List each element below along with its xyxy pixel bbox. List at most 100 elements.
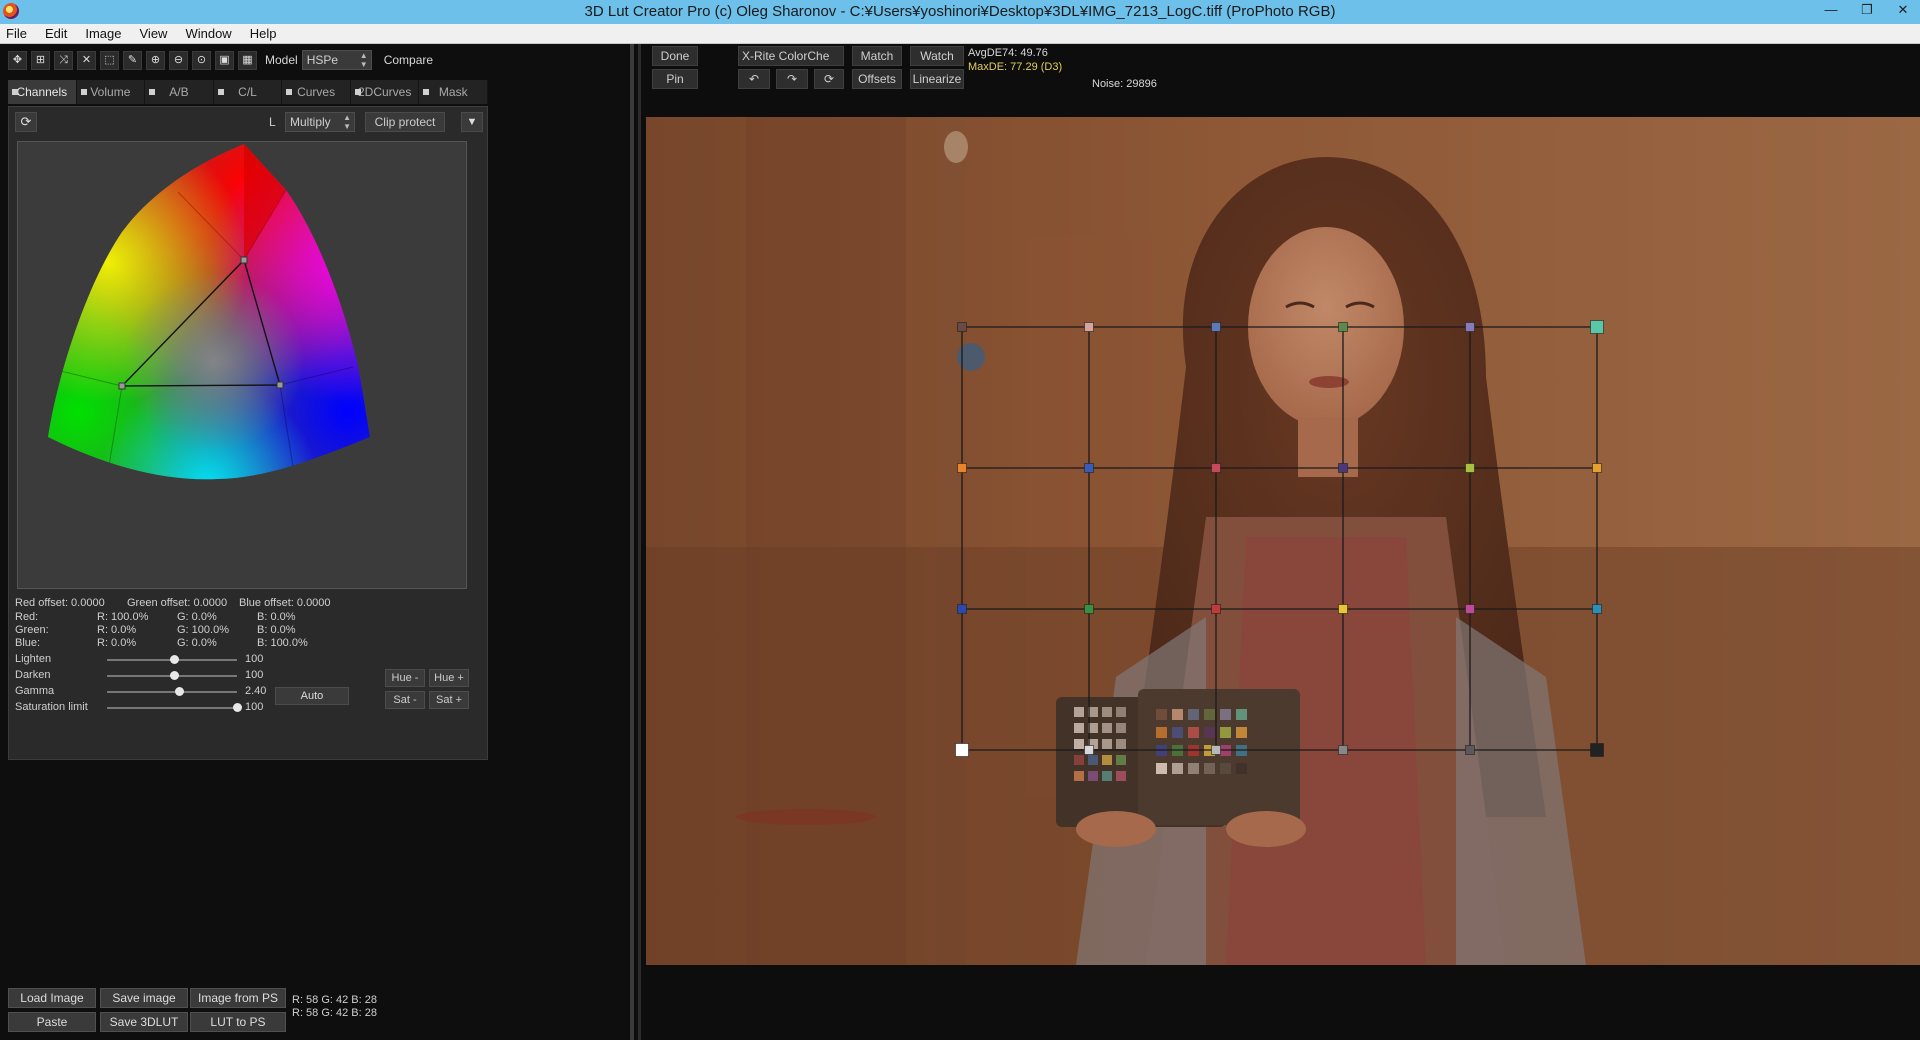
grid-control-point[interactable] [1211, 322, 1221, 332]
tab-marker-icon [423, 89, 430, 95]
slider-track[interactable] [107, 691, 237, 693]
eyedropper-icon[interactable]: ✎ [123, 50, 142, 70]
darken-slider[interactable]: Darken 100 [15, 669, 265, 683]
zoom-fit-icon[interactable]: ⊙ [192, 50, 211, 70]
auto-button[interactable]: Auto [275, 687, 349, 705]
grid-control-point[interactable] [1211, 463, 1221, 473]
grid-control-point[interactable] [1084, 463, 1094, 473]
menu-image[interactable]: Image [85, 26, 121, 41]
pin-button[interactable]: Pin [652, 69, 698, 89]
linearize-button[interactable]: Linearize [910, 69, 964, 89]
grid-control-point[interactable] [1084, 322, 1094, 332]
chart-grid-icon[interactable]: ▦ [238, 50, 257, 70]
grid-control-point[interactable] [1338, 322, 1348, 332]
tab-channels[interactable]: Channels [8, 80, 77, 104]
tab-mask[interactable]: Mask [419, 80, 489, 104]
slider-thumb[interactable] [170, 655, 179, 664]
grid-control-point[interactable] [1590, 320, 1604, 334]
channel-color-wheel[interactable] [18, 142, 467, 589]
red-handle[interactable] [240, 256, 248, 264]
grid-control-point[interactable] [1211, 604, 1221, 614]
reset-icon[interactable]: ⟳ [15, 112, 37, 132]
grid-control-point[interactable] [955, 743, 969, 757]
grid-control-point[interactable] [1465, 745, 1475, 755]
color-wheel-area[interactable] [17, 141, 467, 589]
chart-type-select[interactable]: X-Rite ColorChe [738, 46, 844, 66]
tab-cl[interactable]: C/L [214, 80, 283, 104]
done-button[interactable]: Done [652, 46, 698, 66]
shrink-icon[interactable]: ⤨ [54, 50, 73, 70]
menu-edit[interactable]: Edit [45, 26, 67, 41]
expand-icon[interactable]: ✕ [77, 50, 96, 70]
zoom-out-icon[interactable]: ⊖ [169, 50, 188, 70]
save-3dlut-button[interactable]: Save 3DLUT [100, 1012, 188, 1032]
save-image-button[interactable]: Save image [100, 988, 188, 1008]
tab-2dcurves[interactable]: 2DCurves [351, 80, 420, 104]
offsets-button[interactable]: Offsets [852, 69, 902, 89]
hue-plus-button[interactable]: Hue + [429, 669, 469, 687]
grid-control-point[interactable] [1084, 745, 1094, 755]
paste-button[interactable]: Paste [8, 1012, 96, 1032]
slider-thumb[interactable] [233, 703, 242, 712]
menu-window[interactable]: Window [185, 26, 231, 41]
menu-view[interactable]: View [140, 26, 168, 41]
lut-to-ps-button[interactable]: LUT to PS [190, 1012, 286, 1032]
close-button[interactable]: ✕ [1894, 0, 1912, 20]
match-button[interactable]: Match [852, 46, 902, 66]
green-handle[interactable] [118, 382, 126, 390]
slider-track[interactable] [107, 707, 237, 709]
watch-button[interactable]: Watch [910, 46, 964, 66]
grid-control-point[interactable] [1590, 743, 1604, 757]
grid-control-point[interactable] [1338, 604, 1348, 614]
saturation-limit-slider[interactable]: Saturation limit 100 [15, 701, 265, 715]
clip-protect-button[interactable]: Clip protect [365, 112, 445, 132]
grid-control-point[interactable] [1465, 322, 1475, 332]
frame-icon[interactable]: ▣ [215, 50, 234, 70]
channels-panel: ⟳ L Multiply ▲ ▼ Clip protect ▼ Red offs… [8, 106, 488, 760]
tab-ab[interactable]: A/B [145, 80, 214, 104]
panel-splitter[interactable] [630, 44, 634, 1040]
hue-minus-button[interactable]: Hue - [385, 669, 425, 687]
slider-thumb[interactable] [175, 687, 185, 696]
grid-control-point[interactable] [957, 322, 967, 332]
tab-label: A/B [169, 85, 189, 99]
grid-control-point[interactable] [1084, 604, 1094, 614]
image-from-ps-button[interactable]: Image from PS [190, 988, 286, 1008]
menu-file[interactable]: File [6, 26, 27, 41]
grid-control-point[interactable] [1592, 604, 1602, 614]
sat-minus-button[interactable]: Sat - [385, 691, 425, 709]
zoom-in-icon[interactable]: ⊕ [146, 50, 165, 70]
photo-canvas[interactable] [646, 117, 1920, 965]
restore-button[interactable]: ❐ [1858, 0, 1876, 20]
lighten-slider[interactable]: Lighten 100 [15, 653, 265, 667]
dropdown-arrow-icon[interactable]: ▼ [461, 112, 483, 132]
load-image-button[interactable]: Load Image [8, 988, 96, 1008]
grid-control-point[interactable] [1338, 463, 1348, 473]
blue-handle[interactable] [276, 381, 284, 389]
grid-control-point[interactable] [1465, 604, 1475, 614]
grid-control-point[interactable] [1465, 463, 1475, 473]
menu-help[interactable]: Help [250, 26, 277, 41]
compare-button[interactable]: Compare [384, 53, 433, 67]
panel-splitter-inner[interactable] [638, 44, 641, 1040]
grid-move-icon[interactable]: ⊞ [31, 50, 50, 70]
refresh-icon[interactable]: ⟳ [814, 69, 844, 89]
slider-thumb[interactable] [170, 671, 179, 680]
grid-control-point[interactable] [957, 604, 967, 614]
grid-control-point[interactable] [1211, 745, 1221, 755]
undo-icon[interactable]: ↶ [738, 69, 770, 89]
grid-control-point[interactable] [1338, 745, 1348, 755]
tab-volume[interactable]: Volume [77, 80, 146, 104]
blend-mode-select[interactable]: Multiply ▲ ▼ [285, 112, 355, 132]
tab-curves[interactable]: Curves [282, 80, 351, 104]
minimize-button[interactable]: — [1822, 0, 1840, 20]
grid-control-point[interactable] [1592, 463, 1602, 473]
gamma-slider[interactable]: Gamma 2.40 [15, 685, 266, 699]
grid-control-point[interactable] [957, 463, 967, 473]
move-icon[interactable]: ✥ [8, 50, 27, 70]
sat-plus-button[interactable]: Sat + [429, 691, 469, 709]
selection-icon[interactable]: ⬚ [100, 50, 119, 70]
redo-icon[interactable]: ↷ [776, 69, 808, 89]
image-viewer[interactable] [646, 117, 1920, 965]
model-select[interactable]: HSPe ▲ ▼ [301, 50, 372, 70]
